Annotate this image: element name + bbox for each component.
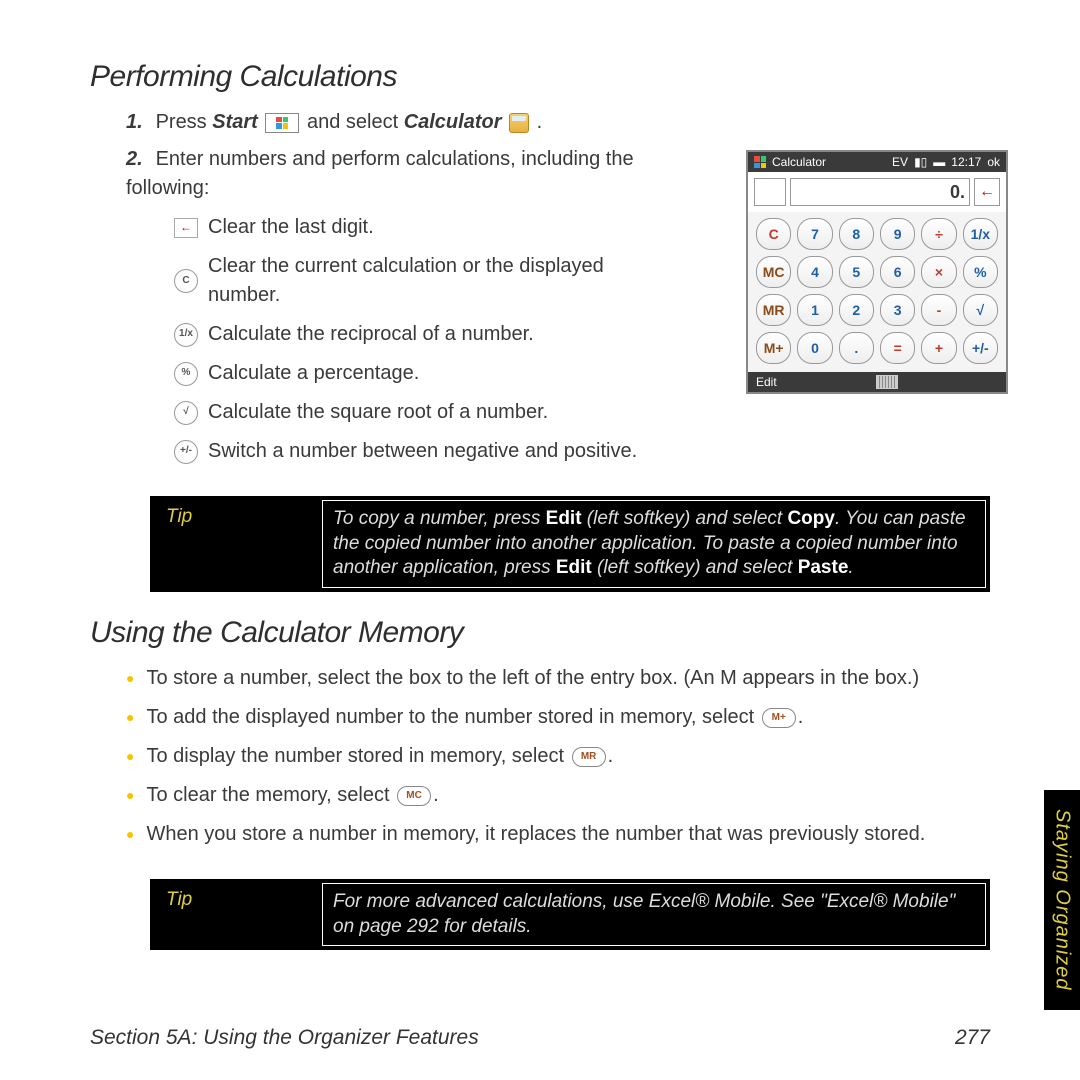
calc-display-row: 0. ← (748, 172, 1006, 212)
calc-keys: C789÷1/x MC456×% MR123-√ M+0.=++/- (748, 212, 1006, 372)
calculator-app-icon (509, 113, 529, 133)
sub-c: Calculate the reciprocal of a number. (208, 320, 534, 349)
calc-key-9[interactable]: 9 (880, 218, 915, 250)
calc-key-8[interactable]: 8 (839, 218, 874, 250)
tip1-text: To copy a number, press Edit (left softk… (322, 500, 986, 588)
sub-e: Calculate the square root of a number. (208, 398, 548, 427)
bullet-b: To add the displayed number to the numbe… (126, 703, 990, 732)
calc-key-5[interactable]: 5 (839, 256, 874, 288)
calc-key-[interactable]: = (880, 332, 915, 364)
footer: Section 5A: Using the Organizer Features… (90, 1026, 990, 1050)
calc-key-1[interactable]: 1 (797, 294, 832, 326)
tip1-label: Tip (150, 496, 322, 592)
calc-time: 12:17 (951, 155, 981, 169)
calc-key-M[interactable]: M+ (756, 332, 791, 364)
bullet-d: To clear the memory, select MC. (126, 781, 990, 810)
calc-key-0[interactable]: 0 (797, 332, 832, 364)
calc-key-3[interactable]: 3 (880, 294, 915, 326)
mr-icon: MR (572, 747, 606, 767)
mplus-icon: M+ (762, 708, 796, 728)
calc-key-C[interactable]: C (756, 218, 791, 250)
clear-icon: C (174, 269, 198, 293)
reciprocal-icon: 1/x (174, 323, 198, 347)
calc-edit[interactable]: Edit (756, 375, 777, 389)
calc-key-MR[interactable]: MR (756, 294, 791, 326)
calc-key-4[interactable]: 4 (797, 256, 832, 288)
step-1: 1. Press Start and select Calculator . (126, 108, 990, 137)
tip-box-2: Tip For more advanced calculations, use … (150, 879, 990, 950)
calc-key-[interactable]: +/- (963, 332, 998, 364)
calc-key-[interactable]: × (921, 256, 956, 288)
calc-key-2[interactable]: 2 (839, 294, 874, 326)
calc-key-[interactable]: ÷ (921, 218, 956, 250)
bullet-e: When you store a number in memory, it re… (126, 820, 990, 849)
sub-b: Clear the current calculation or the dis… (208, 252, 646, 310)
calc-title: Calculator (772, 155, 826, 169)
calc-key-[interactable]: √ (963, 294, 998, 326)
calc-ev: EV (892, 155, 908, 169)
bullet-a: To store a number, select the box to the… (126, 664, 990, 693)
heading-performing: Performing Calculations (90, 60, 990, 94)
calc-titlebar: Calculator EV ▮▯ ▬ 12:17 ok (748, 152, 1006, 172)
calc-ok[interactable]: ok (987, 155, 1000, 169)
sub-a: Clear the last digit. (208, 213, 374, 242)
calc-key-6[interactable]: 6 (880, 256, 915, 288)
sub-f: Switch a number between negative and pos… (208, 437, 637, 466)
heading-memory: Using the Calculator Memory (90, 616, 990, 650)
calc-key-MC[interactable]: MC (756, 256, 791, 288)
keyboard-icon[interactable] (876, 375, 898, 389)
tip2-text: For more advanced calculations, use Exce… (322, 883, 986, 946)
step1-text-c: . (537, 111, 543, 133)
calculator-screenshot: Calculator EV ▮▯ ▬ 12:17 ok 0. ← C789÷1/… (746, 150, 1008, 394)
step2-text: Enter numbers and perform calculations, … (126, 148, 634, 199)
tip-box-1: Tip To copy a number, press Edit (left s… (150, 496, 990, 592)
windows-icon (754, 156, 766, 168)
calc-key-[interactable]: + (921, 332, 956, 364)
calc-display: 0. (790, 178, 970, 206)
footer-right: 277 (955, 1026, 990, 1050)
percent-icon: % (174, 362, 198, 386)
calc-key-1x[interactable]: 1/x (963, 218, 998, 250)
step1-start: Start (212, 111, 258, 133)
calc-key-7[interactable]: 7 (797, 218, 832, 250)
step-2: 2. Enter numbers and perform calculation… (126, 145, 646, 466)
signal-icon: ▮▯ (914, 155, 927, 169)
calc-key-[interactable]: % (963, 256, 998, 288)
bullet-c: To display the number stored in memory, … (126, 742, 990, 771)
calc-backspace[interactable]: ← (974, 178, 1000, 206)
footer-left: Section 5A: Using the Organizer Features (90, 1026, 479, 1050)
tip2-label: Tip (150, 879, 322, 950)
calc-memory-box[interactable] (754, 178, 786, 206)
backspace-icon: ← (174, 218, 198, 238)
side-tab: Staying Organized (1044, 790, 1080, 1010)
start-key-icon (265, 113, 299, 133)
sub-d: Calculate a percentage. (208, 359, 419, 388)
sqrt-icon: √ (174, 401, 198, 425)
step1-text-a: Press (156, 111, 213, 133)
calc-bottombar: Edit (748, 372, 1006, 392)
calc-key-[interactable]: . (839, 332, 874, 364)
step1-text-b: and select (307, 111, 404, 133)
plusminus-icon: +/- (174, 440, 198, 464)
calc-key-[interactable]: - (921, 294, 956, 326)
battery-icon: ▬ (933, 155, 945, 169)
step1-calculator: Calculator (404, 111, 502, 133)
mc-icon: MC (397, 786, 431, 806)
